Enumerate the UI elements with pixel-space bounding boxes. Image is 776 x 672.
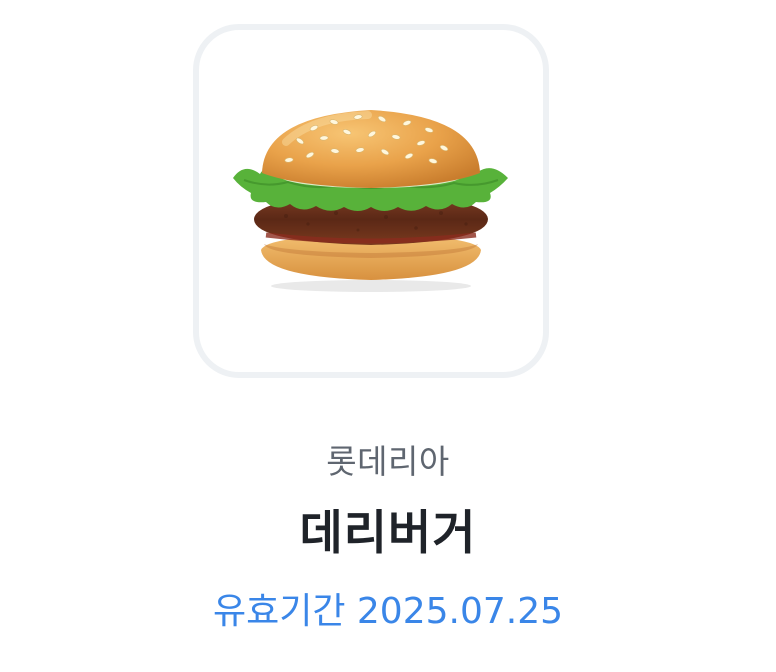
- product-name: 데리버거: [299, 506, 477, 561]
- product-image-card: [193, 24, 549, 378]
- hamburger-icon: [233, 110, 508, 292]
- expiry-label: 유효기간: [212, 591, 346, 632]
- expiry-info: 유효기간 2025.07.25: [0, 590, 776, 634]
- expiry-date: 2025.07.25: [356, 591, 564, 632]
- brand-name: 롯데리아: [326, 442, 450, 481]
